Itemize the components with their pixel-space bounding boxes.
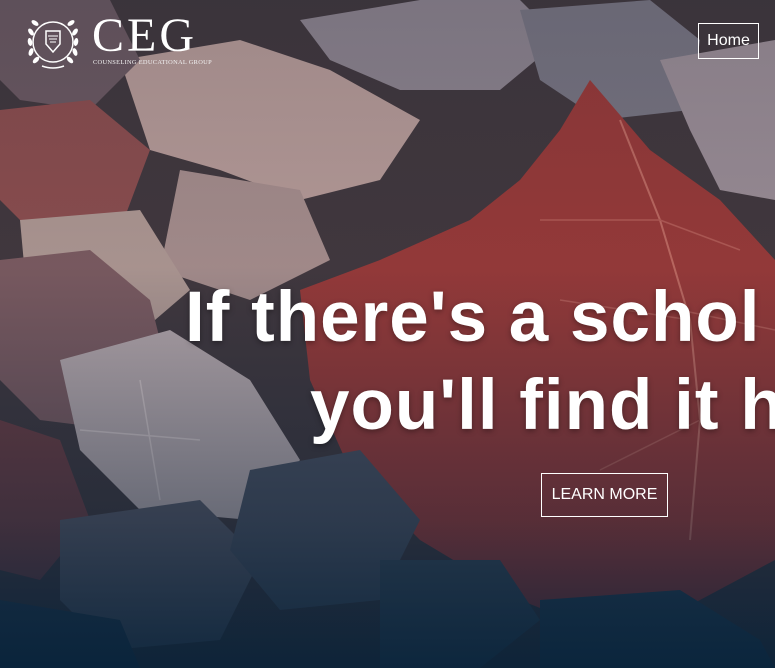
logo-wordmark: CEG <box>92 9 197 62</box>
headline-line-2: you'll find it h <box>310 366 775 445</box>
home-nav-button[interactable]: Home <box>698 23 759 59</box>
learn-more-button[interactable]: LEARN MORE <box>541 473 668 517</box>
headline-line-1: If there's a schol <box>185 278 761 357</box>
ceg-logo[interactable]: CEG COUNSELING EDUCATIONAL GROUP <box>22 9 232 72</box>
laurel-shield-icon <box>27 20 79 69</box>
hero-headline: If there's a schol you'll find it h <box>0 270 775 450</box>
logo-tagline: COUNSELING EDUCATIONAL GROUP <box>93 59 212 66</box>
hero-section: CEG COUNSELING EDUCATIONAL GROUP Home If… <box>0 0 775 668</box>
